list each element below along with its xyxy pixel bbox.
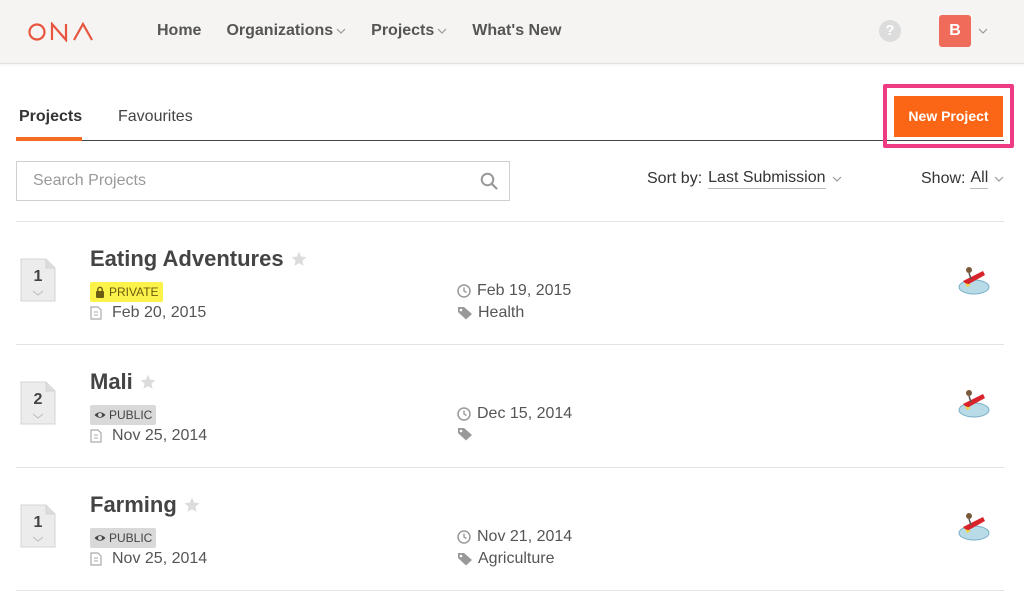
chevron-down-icon[interactable] xyxy=(978,27,988,35)
main-nav: Home Organizations Projects What's New xyxy=(157,20,586,42)
sort-control[interactable]: Sort by: Last Submission xyxy=(647,169,842,189)
project-tag: Health xyxy=(457,304,524,322)
owner-avatar[interactable] xyxy=(957,384,991,418)
active-tab-indicator xyxy=(16,137,82,141)
lock-icon xyxy=(96,286,104,298)
nav-organizations[interactable]: Organizations xyxy=(226,22,346,40)
last-submission: Dec 15, 2014 xyxy=(457,405,572,423)
clock-icon xyxy=(457,530,471,544)
privacy-badge: PUBLIC xyxy=(90,528,157,548)
project-tabs: Projects Favourites xyxy=(16,101,1004,141)
nav-home-label: Home xyxy=(157,22,202,39)
last-submission-text: Nov 21, 2014 xyxy=(477,528,573,545)
new-project-button[interactable]: New Project xyxy=(894,96,1003,137)
show-label: Show: xyxy=(921,170,966,187)
show-value[interactable]: All xyxy=(970,169,989,189)
star-icon[interactable] xyxy=(140,374,156,390)
tag-text: Health xyxy=(478,304,525,321)
project-title-text: Farming xyxy=(90,492,177,517)
tag-icon xyxy=(458,307,472,320)
form-count: 1 xyxy=(33,268,43,285)
chevron-down-icon xyxy=(437,28,447,34)
date-created: Nov 25, 2014 xyxy=(90,427,207,445)
form-count: 1 xyxy=(33,514,43,531)
nav-home[interactable]: Home xyxy=(157,22,201,40)
question-circle-icon[interactable]: ? xyxy=(879,20,901,42)
project-title[interactable]: Farming xyxy=(90,492,200,518)
project-tag: Agriculture xyxy=(457,550,554,568)
nav-whats-new-label: What's New xyxy=(472,22,562,39)
date-created: Feb 20, 2015 xyxy=(90,304,206,322)
form-count: 2 xyxy=(33,391,43,408)
tab-projects[interactable]: Projects xyxy=(19,108,82,126)
date-created-text: Feb 20, 2015 xyxy=(112,304,207,321)
owner-avatar[interactable] xyxy=(957,507,991,541)
privacy-label: PUBLIC xyxy=(109,408,153,422)
ona-logo[interactable] xyxy=(28,20,96,44)
form-count-badge: 1 xyxy=(20,258,56,302)
date-created-text: Nov 25, 2014 xyxy=(112,427,208,444)
project-tag xyxy=(457,427,478,441)
project-title[interactable]: Eating Adventures xyxy=(90,246,307,272)
project-row: 2 Mali PUBLIC Nov 25, 2014 Dec 15, 2014 xyxy=(16,345,1004,468)
file-icon xyxy=(90,429,102,443)
star-icon[interactable] xyxy=(184,497,200,513)
project-title[interactable]: Mali xyxy=(90,369,156,395)
chevron-down-icon xyxy=(832,176,841,182)
privacy-label: PUBLIC xyxy=(109,531,153,545)
owner-avatar[interactable] xyxy=(957,261,991,295)
privacy-badge: PUBLIC xyxy=(90,405,157,425)
form-count-badge: 2 xyxy=(20,381,56,425)
privacy-badge: PRIVATE xyxy=(90,282,163,302)
date-created-text: Nov 25, 2014 xyxy=(112,550,208,567)
chevron-down-icon xyxy=(336,28,346,34)
eye-icon xyxy=(94,535,106,541)
file-icon xyxy=(90,552,102,566)
user-avatar-button[interactable]: B xyxy=(939,15,971,47)
last-submission-text: Feb 19, 2015 xyxy=(477,282,572,299)
top-navbar: Home Organizations Projects What's New ?… xyxy=(0,0,1024,64)
project-title-text: Mali xyxy=(90,369,133,394)
nav-projects-label: Projects xyxy=(371,22,435,39)
date-created: Nov 25, 2014 xyxy=(90,550,207,568)
search-box xyxy=(16,161,510,201)
file-icon xyxy=(90,306,102,320)
list-divider xyxy=(16,590,1004,591)
search-input[interactable] xyxy=(17,162,467,200)
nav-organizations-label: Organizations xyxy=(226,22,334,39)
logo-mark xyxy=(28,22,93,42)
tab-favourites[interactable]: Favourites xyxy=(118,108,193,126)
last-submission: Feb 19, 2015 xyxy=(457,282,571,300)
star-icon[interactable] xyxy=(291,251,307,267)
project-row: 1 Eating Adventures PRIVATE Feb 20, 2015… xyxy=(16,222,1004,345)
sort-value[interactable]: Last Submission xyxy=(708,169,826,189)
search-icon[interactable] xyxy=(480,172,498,190)
form-count-badge: 1 xyxy=(20,504,56,548)
sort-label: Sort by: xyxy=(647,170,703,187)
eye-icon xyxy=(94,412,106,418)
nav-projects[interactable]: Projects xyxy=(371,22,447,40)
show-filter[interactable]: Show: All xyxy=(921,169,1004,189)
chevron-down-icon xyxy=(994,176,1004,182)
last-submission-text: Dec 15, 2014 xyxy=(477,405,573,422)
clock-icon xyxy=(457,284,471,298)
project-row: 1 Farming PUBLIC Nov 25, 2014 Nov 21, 20… xyxy=(16,468,1004,591)
tag-text: Agriculture xyxy=(478,550,555,567)
tag-icon xyxy=(458,553,472,566)
project-title-text: Eating Adventures xyxy=(90,246,284,271)
last-submission: Nov 21, 2014 xyxy=(457,528,572,546)
clock-icon xyxy=(457,407,471,421)
privacy-label: PRIVATE xyxy=(109,285,159,299)
tag-icon xyxy=(458,428,472,441)
nav-whats-new[interactable]: What's New xyxy=(472,22,561,40)
